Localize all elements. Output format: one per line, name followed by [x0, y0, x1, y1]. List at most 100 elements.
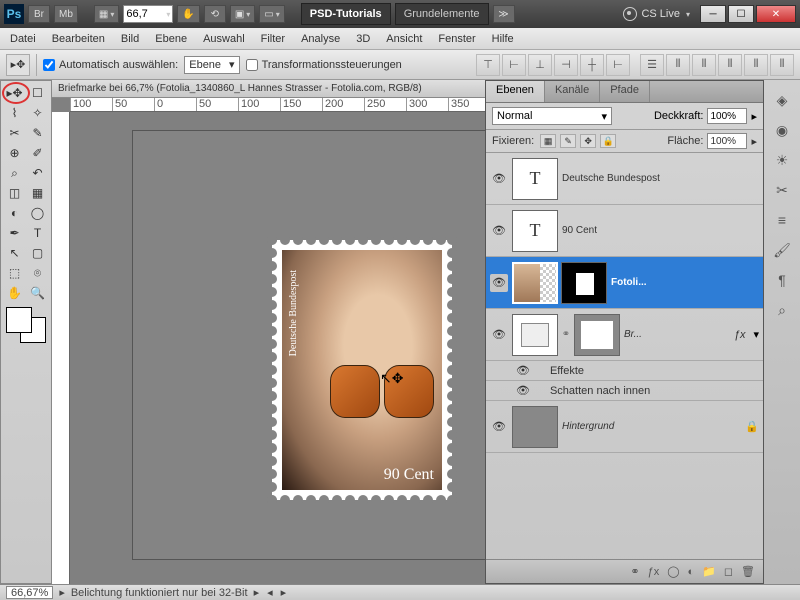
layer-mask-thumbnail[interactable]	[561, 262, 607, 304]
dock-crop-icon[interactable]: ✂	[769, 178, 795, 202]
link-layers-button[interactable]: ⚭	[630, 565, 639, 578]
menu-image[interactable]: Bild	[121, 33, 139, 45]
bridge-button[interactable]: Br	[28, 5, 50, 23]
ruler-vertical[interactable]	[52, 112, 70, 584]
effect-inner-shadow[interactable]: 👁Schatten nach innen	[486, 381, 763, 401]
layer-mask-button[interactable]: ◯	[667, 565, 679, 578]
align-right-button[interactable]: ⊢	[606, 54, 630, 76]
lock-position-button[interactable]: ✥	[580, 134, 596, 148]
tab-channels[interactable]: Kanäle	[545, 81, 600, 102]
clone-tool[interactable]: ⌕	[3, 163, 26, 183]
shape-tool[interactable]: ▢	[26, 243, 49, 263]
layer-thumbnail[interactable]: T	[512, 158, 558, 200]
workspace-more-button[interactable]: ≫	[493, 5, 515, 23]
document-tab[interactable]: Briefmarke bei 66,7% (Fotolia_1340860_L …	[52, 80, 485, 98]
maximize-button[interactable]: ☐	[728, 5, 754, 23]
auto-select-checkbox[interactable]: Automatisch auswählen:	[43, 59, 178, 71]
dodge-tool[interactable]: ◯	[26, 203, 49, 223]
eyedropper-tool[interactable]: ✎	[26, 123, 49, 143]
workspace-tab[interactable]: Grundelemente	[395, 3, 489, 25]
tab-paths[interactable]: Pfade	[600, 81, 650, 102]
status-zoom-level[interactable]: 66,67%	[6, 586, 53, 599]
3d-tool[interactable]: ⬚	[3, 263, 26, 283]
vector-mask-thumbnail[interactable]	[574, 314, 620, 356]
close-button[interactable]: ✕	[756, 5, 796, 23]
magic-wand-tool[interactable]: ✧	[26, 103, 49, 123]
gradient-tool[interactable]: ▦	[26, 183, 49, 203]
layer-row[interactable]: 👁 ⚭ Br... ƒx▾	[486, 309, 763, 361]
visibility-toggle[interactable]: 👁	[490, 418, 508, 436]
layer-style-button[interactable]: ƒx	[648, 566, 660, 578]
workspace-tab[interactable]: PSD-Tutorials	[301, 3, 391, 25]
auto-select-target-dropdown[interactable]: Ebene ▾	[184, 56, 239, 74]
dock-adjustments-icon[interactable]: ☀	[769, 148, 795, 172]
layer-row[interactable]: 👁 Fotoli...	[486, 257, 763, 309]
type-tool[interactable]: T	[26, 223, 49, 243]
align-bottom-button[interactable]: ⊥	[528, 54, 552, 76]
stamp-artwork[interactable]: Deutsche Bundespost 90 Cent	[272, 240, 452, 500]
layer-row[interactable]: 👁 T 90 Cent	[486, 205, 763, 257]
layer-row[interactable]: 👁 Hintergrund 🔒	[486, 401, 763, 453]
hand-tool[interactable]: ✋	[3, 283, 26, 303]
eraser-tool[interactable]: ◫	[3, 183, 26, 203]
3d-camera-tool[interactable]: ⌾	[26, 263, 49, 283]
layer-thumbnail[interactable]	[512, 406, 558, 448]
adjustment-layer-button[interactable]: ◐	[688, 566, 695, 578]
align-left-button[interactable]: ⊣	[554, 54, 578, 76]
effects-header[interactable]: 👁Effekte	[486, 361, 763, 381]
menu-file[interactable]: Datei	[10, 33, 36, 45]
dock-brush-icon[interactable]: 🖌	[769, 238, 795, 262]
blend-mode-dropdown[interactable]: Normal▾	[492, 107, 612, 125]
visibility-toggle[interactable]: 👁	[490, 274, 508, 292]
layer-name-label[interactable]: Deutsche Bundespost	[562, 173, 759, 184]
menu-3d[interactable]: 3D	[356, 33, 370, 45]
align-hcenter-button[interactable]: ┼	[580, 54, 604, 76]
lock-all-button[interactable]: 🔒	[600, 134, 616, 148]
minimize-button[interactable]: ─	[700, 5, 726, 23]
cslive-button[interactable]: CS Live▾	[623, 7, 690, 21]
distribute-button[interactable]: ⦀	[666, 54, 690, 76]
layer-name-label[interactable]: Hintergrund	[562, 421, 741, 432]
visibility-toggle[interactable]: 👁	[490, 222, 508, 240]
distribute-button[interactable]: ⦀	[718, 54, 742, 76]
blur-tool[interactable]: ◐	[3, 203, 26, 223]
transform-checkbox[interactable]: Transformationssteuerungen	[246, 59, 402, 71]
align-top-button[interactable]: ⊤	[476, 54, 500, 76]
menu-help[interactable]: Hilfe	[492, 33, 514, 45]
view-extras-button[interactable]: ▦▾	[94, 5, 119, 23]
current-tool-icon[interactable]: ▸✥	[6, 54, 30, 76]
menu-filter[interactable]: Filter	[261, 33, 285, 45]
opacity-input[interactable]: 100%	[707, 108, 747, 124]
color-swatches[interactable]	[6, 307, 46, 343]
dock-color-icon[interactable]: ◉	[769, 118, 795, 142]
lasso-tool[interactable]: ⌇	[3, 103, 26, 123]
delete-layer-button[interactable]: 🗑	[741, 565, 755, 578]
visibility-toggle[interactable]: 👁	[490, 326, 508, 344]
align-vcenter-button[interactable]: ⊢	[502, 54, 526, 76]
distribute-button[interactable]: ⦀	[770, 54, 794, 76]
menu-layer[interactable]: Ebene	[155, 33, 187, 45]
distribute-button[interactable]: ⦀	[692, 54, 716, 76]
pen-tool[interactable]: ✒	[3, 223, 26, 243]
layer-row[interactable]: 👁 T Deutsche Bundespost	[486, 153, 763, 205]
menu-analysis[interactable]: Analyse	[301, 33, 340, 45]
dock-swatches-icon[interactable]: ◈	[769, 88, 795, 112]
layer-name-label[interactable]: Fotoli...	[611, 277, 759, 288]
rotate-view-button[interactable]: ⟲	[204, 5, 226, 23]
dock-styles-icon[interactable]: ≡	[769, 208, 795, 232]
foreground-color[interactable]	[6, 307, 32, 333]
layer-name-label[interactable]: Br...	[624, 329, 730, 340]
layer-name-label[interactable]: 90 Cent	[562, 225, 759, 236]
menu-view[interactable]: Ansicht	[386, 33, 422, 45]
distribute-button[interactable]: ☰	[640, 54, 664, 76]
dock-paragraph-icon[interactable]: ¶	[769, 268, 795, 292]
move-tool[interactable]: ▸✥	[3, 83, 26, 103]
crop-tool[interactable]: ✂	[3, 123, 26, 143]
layer-group-button[interactable]: 📁	[702, 565, 716, 578]
visibility-toggle[interactable]: 👁	[490, 170, 508, 188]
lock-transparency-button[interactable]: ▦	[540, 134, 556, 148]
zoom-level-input[interactable]: 66,7▾	[123, 5, 173, 23]
layer-thumbnail[interactable]: T	[512, 210, 558, 252]
fill-input[interactable]: 100%	[707, 133, 747, 149]
new-layer-button[interactable]: ◻	[724, 565, 733, 578]
